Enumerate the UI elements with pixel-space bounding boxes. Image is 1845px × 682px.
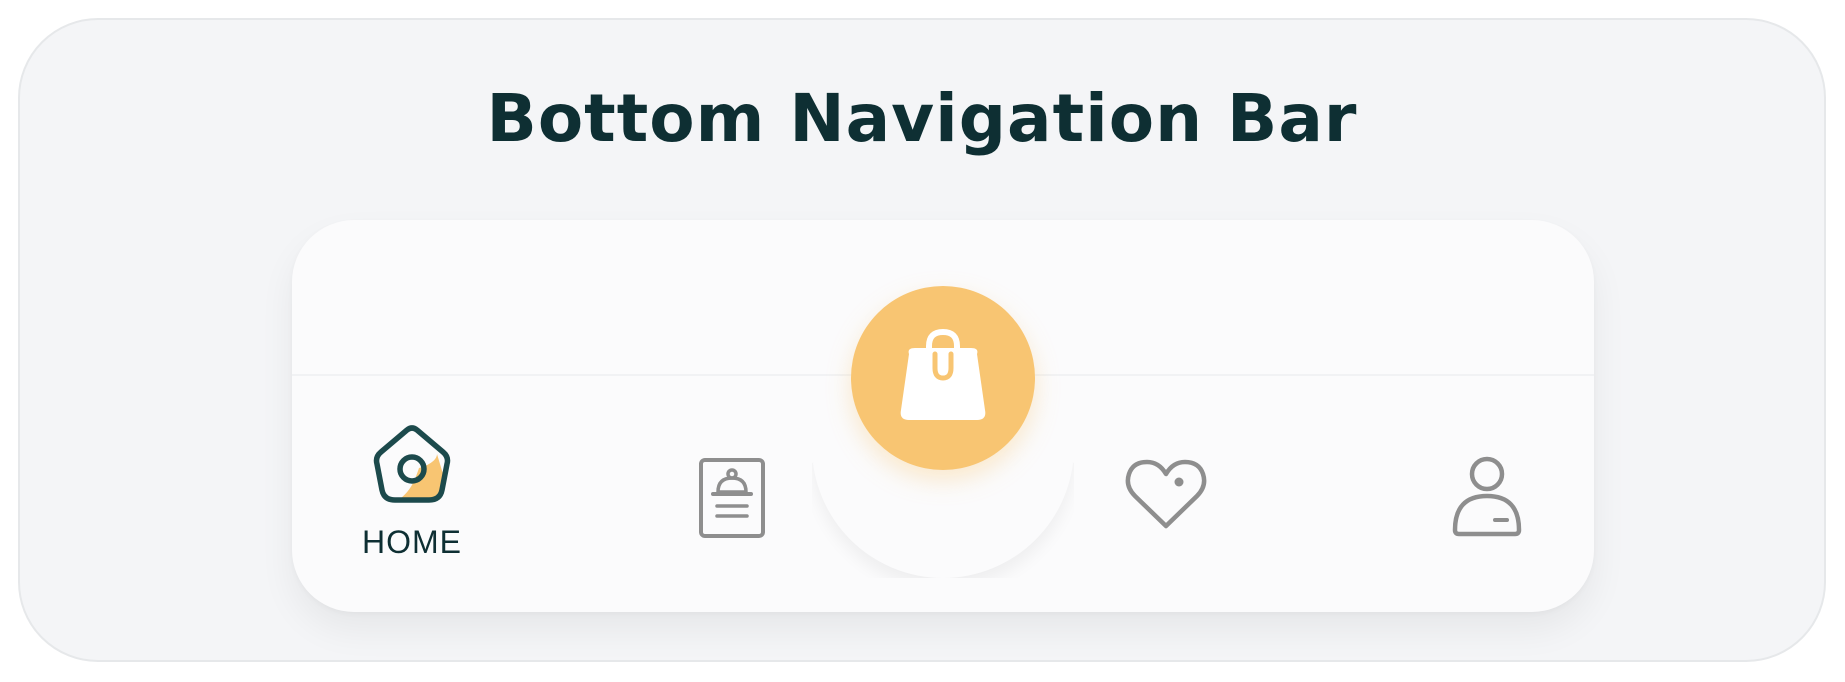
shopping-bag-icon [893,324,993,432]
menu-document-icon [697,456,767,544]
nav-item-label: HOME [362,524,462,560]
heart-icon [1123,456,1209,536]
user-icon [1447,454,1527,542]
bottom-navigation-bar: HOME [292,220,1594,612]
shopping-bag-button[interactable] [851,286,1035,470]
nav-item-profile[interactable] [1442,454,1532,542]
nav-item-menu[interactable] [687,456,777,544]
showcase-frame: Bottom Navigation Bar HOME [18,18,1826,662]
nav-item-home[interactable]: HOME [342,424,482,561]
nav-item-favorites[interactable] [1116,456,1216,536]
home-icon [371,424,453,510]
page-title: Bottom Navigation Bar [486,80,1358,157]
